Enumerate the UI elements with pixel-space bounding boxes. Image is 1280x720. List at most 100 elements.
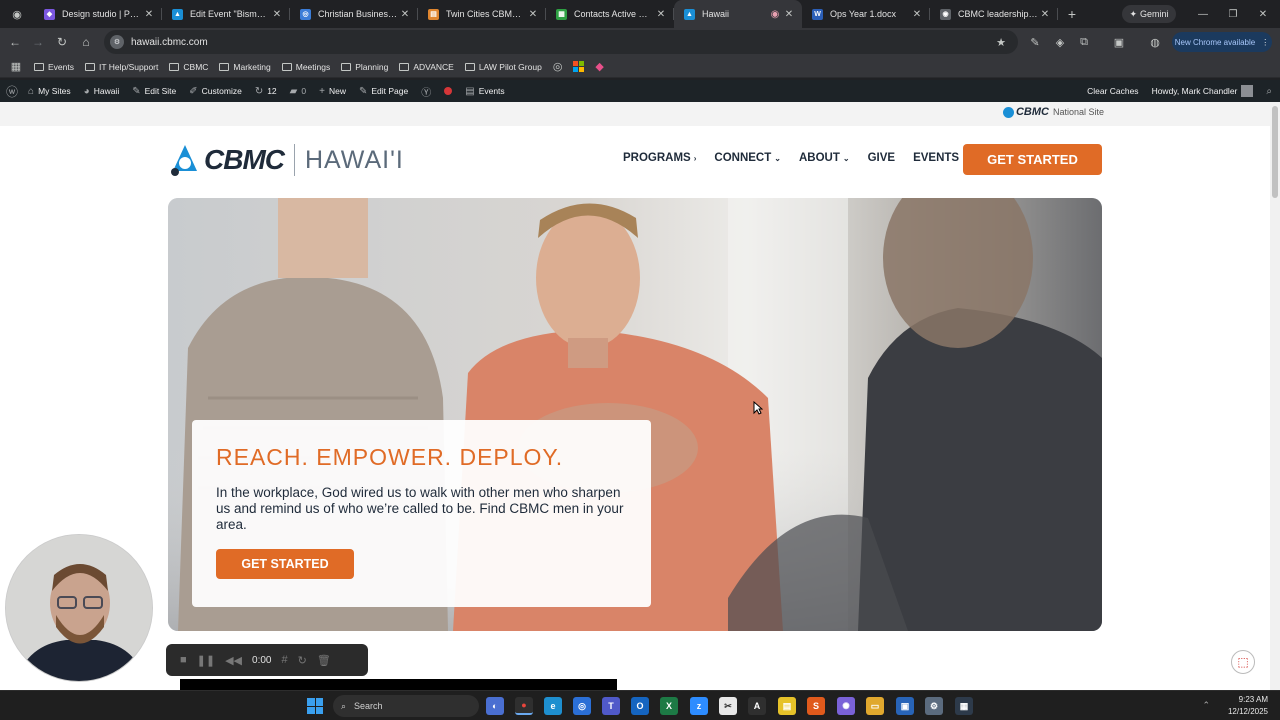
tab-search-icon[interactable]: ◉ (0, 0, 34, 28)
updates-link[interactable]: ↻ 12 (255, 86, 277, 97)
bookmark-folder[interactable]: ADVANCE (399, 62, 454, 72)
events-link[interactable]: ▤ Events (465, 86, 504, 97)
tab-christian-business[interactable]: ◎ Christian Business Me ✕ (290, 0, 418, 28)
search-icon[interactable]: ⌕ (1266, 86, 1272, 97)
close-icon[interactable]: ✕ (910, 9, 924, 20)
sublime-icon[interactable]: S (807, 697, 825, 715)
close-icon[interactable]: ✕ (1038, 9, 1052, 20)
nav-events[interactable]: EVENTS (913, 152, 959, 164)
grid-icon[interactable]: # (281, 654, 287, 666)
account-menu[interactable]: Howdy, Mark Chandler (1152, 85, 1254, 97)
scroll-thumb[interactable] (1272, 106, 1278, 198)
national-site-link[interactable]: CBMC National Site (1002, 106, 1104, 118)
site-logo[interactable]: CBMC HAWAI'I (168, 142, 404, 178)
close-icon[interactable]: ✕ (526, 9, 540, 20)
tab-edit-event[interactable]: ▲ Edit Event "Bismarck C ✕ (162, 0, 290, 28)
chrome-update-button[interactable]: New Chrome available ⋮ (1172, 32, 1272, 52)
edge-icon[interactable]: e (544, 697, 562, 715)
minimize-icon[interactable]: — (1188, 0, 1218, 28)
sticky-notes-icon[interactable]: ▤ (778, 697, 796, 715)
bookmark-folder[interactable]: CBMC (169, 62, 208, 72)
chatgpt-bookmark-icon[interactable]: ◎ (553, 60, 563, 73)
zoom-icon[interactable]: z (690, 697, 708, 715)
extension-badge-icon[interactable]: ◈ (1052, 34, 1068, 50)
outlook-icon[interactable]: O (631, 697, 649, 715)
stop-icon[interactable]: ■ (180, 654, 187, 666)
yoast-icon[interactable]: Ⓨ (421, 84, 431, 99)
file-explorer-icon[interactable]: ▭ (866, 697, 884, 715)
site-info-icon[interactable]: ⚙ (110, 35, 124, 49)
bookmark-folder[interactable]: Marketing (219, 62, 271, 72)
close-icon[interactable]: ✕ (142, 9, 156, 20)
nav-give[interactable]: GIVE (868, 152, 895, 164)
taskbar-clock[interactable]: 9:23 AM 12/12/2025 (1228, 694, 1268, 718)
pause-icon[interactable]: ❚❚ (197, 654, 215, 667)
settings-icon[interactable]: ⚙ (925, 697, 943, 715)
bookmark-folder[interactable]: Meetings (281, 62, 330, 72)
windows-start-icon[interactable] (307, 698, 323, 714)
chrome-icon[interactable]: ● (515, 697, 533, 715)
bookmark-folder[interactable]: IT Help/Support (85, 62, 158, 72)
app-icon[interactable]: ✺ (837, 697, 855, 715)
gemini-button[interactable]: ✦ Gemini (1122, 5, 1176, 23)
nav-connect[interactable]: CONNECT ⌄ (714, 152, 781, 164)
pin-icon[interactable]: ✎ (1027, 34, 1043, 50)
bookmark-star-icon[interactable]: ★ (993, 34, 1009, 50)
nav-programs[interactable]: PROGRAMS › (623, 152, 696, 164)
tab-ops-year[interactable]: W Ops Year 1.docx ✕ (802, 0, 930, 28)
extensions-icon[interactable]: ⧉ (1076, 34, 1092, 50)
copilot-icon[interactable]: ◐ (486, 697, 504, 715)
tab-contacts[interactable]: ▦ Contacts Active Conta ✕ (546, 0, 674, 28)
tab-twin-cities[interactable]: ▤ Twin Cities CBMC Busi ✕ (418, 0, 546, 28)
apps-grid-icon[interactable]: ▦ (2, 60, 30, 73)
close-icon[interactable]: ✕ (782, 9, 796, 20)
bookmark-folder[interactable]: LAW Pilot Group (464, 62, 542, 72)
tab-hawaii[interactable]: ▲ Hawaii ◉ ✕ (674, 0, 802, 28)
app-icon[interactable]: ▣ (896, 697, 914, 715)
new-content-link[interactable]: + New (319, 86, 346, 97)
calculator-icon[interactable]: ▦ (955, 697, 973, 715)
microsoft-bookmark-icon[interactable] (573, 61, 585, 72)
edit-page-link[interactable]: ✎ Edit Page (359, 86, 408, 97)
profile-avatar[interactable]: ◍ (1147, 34, 1163, 50)
new-tab-button[interactable]: + (1058, 0, 1086, 28)
side-panel-icon[interactable]: ▣ (1111, 34, 1127, 50)
forward-icon[interactable]: → (28, 32, 48, 52)
home-icon[interactable]: ⌂ (76, 32, 96, 52)
app-icon[interactable]: ◎ (573, 697, 591, 715)
wordpress-logo-icon[interactable]: ⓦ (6, 83, 18, 100)
restore-icon[interactable]: ❐ (1218, 0, 1248, 28)
pdf-icon[interactable]: ⬚ (1231, 650, 1255, 674)
comments-link[interactable]: ▰ 0 (290, 86, 306, 97)
tray-chevron-icon[interactable]: ⌃ (1202, 700, 1210, 711)
my-sites-link[interactable]: ⌂ My Sites (28, 86, 71, 97)
bookmark-folder[interactable]: Planning (341, 62, 388, 72)
customize-link[interactable]: ✐ Customize (189, 86, 242, 97)
app-bookmark-icon[interactable]: ◆ (595, 60, 603, 73)
excel-icon[interactable]: X (660, 697, 678, 715)
reload-icon[interactable]: ↻ (52, 32, 72, 52)
get-started-header-button[interactable]: GET STARTED (963, 144, 1102, 175)
close-icon[interactable]: ✕ (654, 9, 668, 20)
snipping-icon[interactable]: ✂ (719, 697, 737, 715)
page-scrollbar[interactable] (1270, 102, 1280, 690)
tab-cbmc-leadership[interactable]: ◉ CBMC leadership imp ✕ (930, 0, 1058, 28)
trash-icon[interactable]: 🗑 (317, 654, 331, 667)
back-icon[interactable]: ← (5, 32, 25, 52)
nav-about[interactable]: ABOUT ⌄ (799, 152, 850, 164)
bookmark-folder[interactable]: Events (34, 62, 74, 72)
acrobat-icon[interactable]: A (748, 697, 766, 715)
site-name-link[interactable]: ◕ Hawaii (84, 86, 120, 97)
teams-icon[interactable]: T (602, 697, 620, 715)
rewind-icon[interactable]: ◀◀ (225, 654, 242, 667)
edit-site-link[interactable]: ✎ Edit Site (132, 86, 176, 97)
close-icon[interactable]: ✕ (398, 9, 412, 20)
close-icon[interactable]: ✕ (270, 9, 284, 20)
restart-icon[interactable]: ↻ (298, 654, 307, 667)
address-bar[interactable]: ⚙ hawaii.cbmc.com (104, 30, 1018, 54)
taskbar-search[interactable]: ⌕ Search (333, 695, 479, 717)
clear-caches-link[interactable]: Clear Caches (1087, 86, 1139, 96)
get-started-hero-button[interactable]: GET STARTED (216, 549, 354, 579)
status-dot-icon[interactable] (444, 87, 453, 95)
close-window-icon[interactable]: ✕ (1248, 0, 1278, 28)
